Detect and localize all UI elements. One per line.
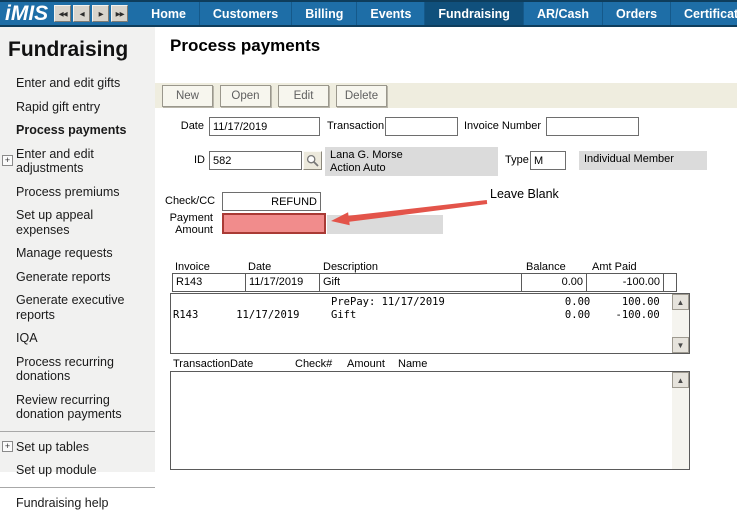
sidebar-item-enter-and-edit-adjustments[interactable]: + Enter and edit adjustments [0,147,155,176]
checkcc-label: Check/CC [165,195,213,207]
nav-previous-icon[interactable]: ◀ [73,5,90,22]
nav-last-icon[interactable]: ▶▶ [111,5,128,22]
invoice-cell[interactable]: R143 [172,273,246,292]
amount-col-header: Amount [347,358,385,370]
edit-button[interactable]: Edit [278,85,329,107]
scroll-up-icon[interactable]: ▲ [672,294,689,310]
invoice-detail-line-gift: R143 11/17/2019 Gift 0.00 -100.00 [173,309,660,322]
name-col-header: Name [398,358,427,370]
transaction-col-header: Transaction [173,358,230,370]
tab-billing[interactable]: Billing [291,2,356,25]
scroll-up-icon[interactable]: ▲ [672,372,689,388]
invoice-detail-line-prepay: PrePay: 11/17/2019 0.00 100.00 [173,296,660,309]
content-area: Process payments New Open Edit Delete Da… [155,27,737,472]
payment-amount-input[interactable] [222,213,326,234]
invoice-number-label: Invoice Number [464,120,541,132]
sidebar-item-process-recurring-donations[interactable]: Process recurring donations [0,355,155,384]
sidebar-item-set-up-tables[interactable]: + Set up tables [0,440,155,455]
nav-next-icon[interactable]: ▶ [92,5,109,22]
sidebar-item-iqa[interactable]: IQA [0,331,155,346]
sidebar-item-set-up-module[interactable]: Set up module [0,463,155,478]
invoice-date-col-header: Date [248,261,271,273]
transaction-list-scrollbar[interactable]: ▲ [672,372,689,469]
expand-plus-icon[interactable]: + [2,441,13,452]
date-input[interactable] [209,117,320,136]
sidebar-item-fundraising-help[interactable]: Fundraising help [0,496,155,510]
magnifier-icon [306,154,319,167]
amt-paid-col-header: Amt Paid [592,261,637,273]
payment-amount-label-line2: Amount [165,224,213,236]
transaction-list[interactable]: ▲ [170,371,690,470]
new-button[interactable]: New [162,85,213,107]
leave-blank-annotation: Leave Blank [490,187,559,201]
type-description-box: Individual Member [579,151,707,170]
sidebar-item-manage-requests[interactable]: Manage requests [0,246,155,261]
balance-col-header: Balance [526,261,566,273]
toolbar: New Open Edit Delete [155,83,737,108]
transaction-date-col-header: Date [230,358,253,370]
invoice-list-scrollbar[interactable]: ▲ ▼ [672,294,689,353]
payer-name: Lana G. Morse [330,149,493,162]
sidebar: Fundraising Enter and edit gifts Rapid g… [0,27,155,472]
process-payments-screen: { "topbar": { "logo": "iMIS", "nav_butto… [0,0,737,472]
tab-home[interactable]: Home [138,2,199,25]
amt-paid-cell[interactable]: -100.00 [586,273,664,292]
open-button[interactable]: Open [220,85,271,107]
scroll-down-icon[interactable]: ▼ [672,337,689,353]
sidebar-item-generate-reports[interactable]: Generate reports [0,270,155,285]
payer-company: Action Auto [330,162,493,175]
description-col-header: Description [323,261,378,273]
imis-logo: iMIS [0,2,54,25]
invoice-date-cell[interactable]: 11/17/2019 [245,273,320,292]
tab-certification[interactable]: Certification [670,2,737,25]
nav-first-icon[interactable]: ◀◀ [54,5,71,22]
tab-fundraising[interactable]: Fundraising [424,2,523,25]
sidebar-item-rapid-gift-entry[interactable]: Rapid gift entry [0,100,155,115]
payment-amount-label-line1: Payment [165,212,213,224]
transaction-label: Transaction [327,120,384,132]
sidebar-title: Fundraising [0,27,155,76]
tab-ar-cash[interactable]: AR/Cash [523,2,602,25]
record-navigation-buttons: ◀◀ ◀ ▶ ▶▶ [54,2,138,25]
description-cell[interactable]: Gift [319,273,522,292]
top-navigation-bar: iMIS ◀◀ ◀ ▶ ▶▶ Home Customers Billing Ev… [0,0,737,27]
sidebar-item-process-payments[interactable]: Process payments [0,123,155,138]
tab-customers[interactable]: Customers [199,2,291,25]
tab-orders[interactable]: Orders [602,2,670,25]
sidebar-item-enter-and-edit-gifts[interactable]: Enter and edit gifts [0,76,155,91]
expand-plus-icon[interactable]: + [2,155,13,166]
invoice-grid-row[interactable]: R143 11/17/2019 Gift 0.00 -100.00 [172,273,677,292]
id-lookup-button[interactable] [303,151,322,170]
transaction-input[interactable] [385,117,458,136]
sidebar-item-process-premiums[interactable]: Process premiums [0,185,155,200]
row-selector-cell[interactable] [663,273,677,292]
id-label: ID [155,154,205,166]
id-input[interactable] [209,151,302,170]
date-label: Date [155,120,204,132]
type-input[interactable] [530,151,566,170]
delete-button[interactable]: Delete [336,85,387,107]
page-title: Process payments [170,36,320,56]
sidebar-divider [0,487,155,488]
tab-events[interactable]: Events [356,2,424,25]
check-num-col-header: Check# [295,358,332,370]
payment-amount-display-box [327,215,443,234]
invoice-col-header: Invoice [175,261,210,273]
sidebar-item-set-up-appeal-expenses[interactable]: Set up appeal expenses [0,208,155,237]
checkcc-input[interactable] [222,192,321,211]
module-tabs: Home Customers Billing Events Fundraisin… [138,2,737,25]
balance-cell[interactable]: 0.00 [521,273,587,292]
type-label: Type [505,154,529,166]
sidebar-divider [0,431,155,432]
invoice-number-input[interactable] [546,117,639,136]
sidebar-item-review-recurring-donation-payments[interactable]: Review recurring donation payments [0,393,155,422]
payer-info-box: Lana G. Morse Action Auto [325,147,498,176]
sidebar-item-generate-executive-reports[interactable]: Generate executive reports [0,293,155,322]
